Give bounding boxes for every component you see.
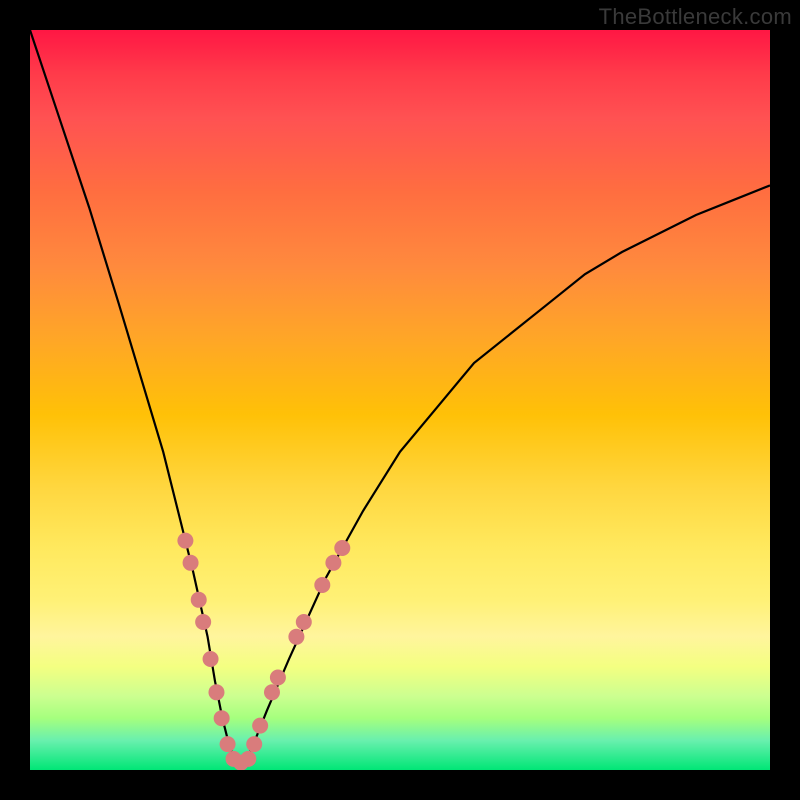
data-point-marker [288,629,304,645]
data-point-marker [195,614,211,630]
data-point-marker [220,736,236,752]
data-point-marker [177,533,193,549]
data-point-marker [208,684,224,700]
data-point-marker [246,736,262,752]
watermark-text: TheBottleneck.com [599,4,792,30]
data-point-marker [203,651,219,667]
data-point-marker [252,718,268,734]
data-point-marker [296,614,312,630]
data-point-marker [264,684,280,700]
bottleneck-curve [30,30,770,763]
data-point-marker [183,555,199,571]
data-point-marker [270,670,286,686]
chart-svg [30,30,770,770]
chart-frame: TheBottleneck.com [0,0,800,800]
data-point-marker [325,555,341,571]
data-point-marker [334,540,350,556]
data-point-marker [214,710,230,726]
plot-area [30,30,770,770]
data-point-marker [314,577,330,593]
marker-group [177,533,350,770]
data-point-marker [240,751,256,767]
data-point-marker [191,592,207,608]
